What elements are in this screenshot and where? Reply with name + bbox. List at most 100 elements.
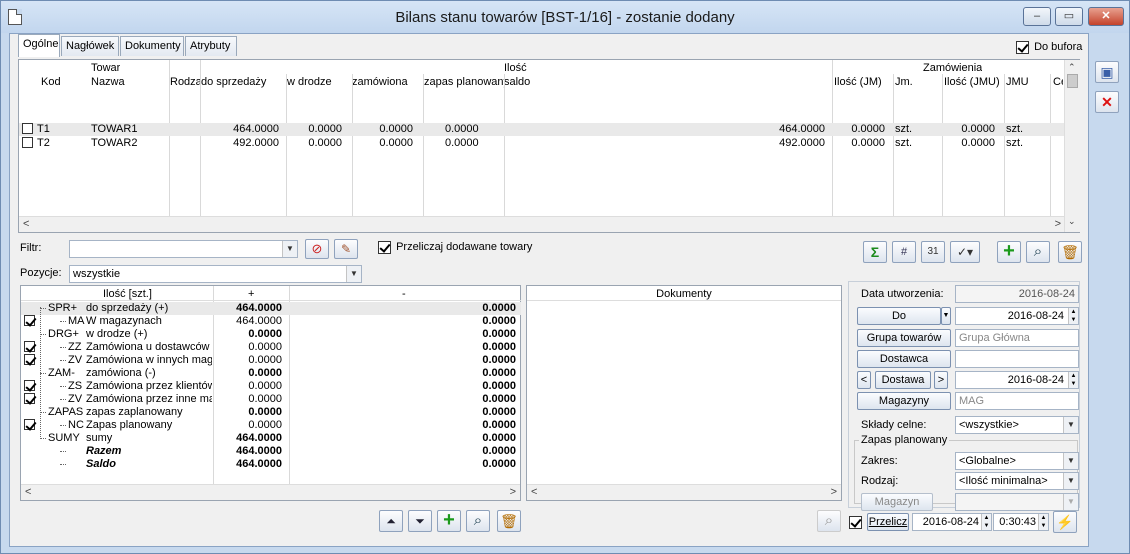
search-icon[interactable]: ⌕ <box>1026 241 1050 263</box>
top-grid-vscrollbar[interactable]: ⌃ ⌄ <box>1064 60 1080 232</box>
magazyn-select[interactable]: ▼ <box>955 493 1079 511</box>
filter-settings-icon[interactable]: ✎ <box>334 239 358 259</box>
tab-naglowek[interactable]: Nagłówek <box>61 36 119 56</box>
move-up-icon[interactable]: ⏶ <box>379 510 403 532</box>
col-zamowiona[interactable]: zamówiona <box>352 76 408 88</box>
tab-dokumenty[interactable]: Dokumenty <box>120 36 184 56</box>
scroll-up-icon[interactable]: ⌃ <box>1068 62 1076 73</box>
col-nazwa[interactable]: Nazwa <box>91 76 125 88</box>
check-dropdown-icon[interactable]: ✓▾ <box>950 241 980 263</box>
tree-row[interactable]: Saldo 464.0000 0.0000 <box>21 458 521 471</box>
search-disabled-icon[interactable]: ⌕ <box>817 510 841 532</box>
scroll-right-icon[interactable]: > <box>510 486 516 498</box>
minimize-button[interactable]: ‒ <box>1023 7 1051 26</box>
scroll-right-icon[interactable]: > <box>831 486 837 498</box>
scroll-right-icon[interactable]: > <box>1055 218 1061 230</box>
col-plus[interactable]: + <box>248 288 254 300</box>
tab-ogolne[interactable]: Ogólne <box>18 34 60 57</box>
date-spinner-icon[interactable]: ▲ ▼ <box>1068 372 1078 388</box>
dostawca-button[interactable]: Dostawca <box>857 350 951 368</box>
rodzaj-select[interactable]: <Ilość minimalna> ▼ <box>955 472 1079 490</box>
col-jm[interactable]: Jm. <box>895 76 913 88</box>
col-ilosc-jmu[interactable]: Ilość (JMU) <box>944 76 1000 88</box>
tree-hscrollbar[interactable]: < > <box>21 484 520 500</box>
move-down-icon[interactable]: ⏷ <box>408 510 432 532</box>
tree-row[interactable]: SPR+ do sprzedaży (+) 464.0000 0.0000 <box>21 302 521 315</box>
table-row[interactable]: T2 TOWAR2 492.0000 0.0000 0.0000 0.0000 … <box>19 137 1065 150</box>
cancel-icon[interactable]: ✕ <box>1095 91 1119 113</box>
do-button[interactable]: Do <box>857 307 941 325</box>
tree-row[interactable]: MA W magazynach 464.0000 0.0000 <box>21 315 521 328</box>
col-rodzaj[interactable]: Rodza <box>170 76 200 88</box>
tab-atrybuty[interactable]: Atrybuty <box>185 36 237 56</box>
tree-row[interactable]: ZAM-zamówiona (-) 0.0000 0.0000 <box>21 367 521 380</box>
do-bufora-toggle[interactable]: Do bufora <box>1016 41 1082 54</box>
chevron-down-icon[interactable]: ▼ <box>1063 494 1078 510</box>
date-spinner-icon[interactable]: ▲ ▼ <box>981 514 991 530</box>
sklady-celne-select[interactable]: <wszystkie> ▼ <box>955 416 1079 434</box>
chevron-down-icon[interactable]: ▼ <box>1063 417 1078 433</box>
col-zapas-planowany[interactable]: zapas planowany <box>424 76 504 88</box>
col-ilosc-szt[interactable]: Ilość [szt.] <box>103 288 152 300</box>
col-jmu[interactable]: JMU <box>1006 76 1029 88</box>
tree-row-checkbox[interactable] <box>24 393 35 404</box>
add-row-icon[interactable]: + <box>437 510 461 532</box>
filter-input[interactable]: ▼ <box>69 240 298 258</box>
dostawa-date-field[interactable]: 2016-08-24 ▲ ▼ <box>955 371 1079 389</box>
tree-row[interactable]: NC Zapas planowany 0.0000 0.0000 <box>21 419 521 432</box>
dostawa-next-button[interactable]: > <box>934 371 948 389</box>
trash-icon[interactable]: 🗑 <box>1058 241 1082 263</box>
delete-row-icon[interactable]: 🗑 <box>497 510 521 532</box>
przelicz-checkbox[interactable] <box>849 516 862 529</box>
pozycje-select[interactable]: wszystkie ▼ <box>69 265 362 283</box>
save-icon[interactable]: ▣ <box>1095 61 1119 83</box>
dokumenty-hscrollbar[interactable]: < > <box>527 484 841 500</box>
col-ilosc-jm[interactable]: Ilość (JM) <box>834 76 882 88</box>
sum-icon[interactable]: Σ <box>863 241 887 263</box>
tree-row[interactable]: ZS Zamówiona przez klientów 0.0000 0.0000 <box>21 380 521 393</box>
tree-row[interactable]: SUMY sumy 464.0000 0.0000 <box>21 432 521 445</box>
time-spinner-icon[interactable]: ▲ ▼ <box>1038 514 1048 530</box>
add-icon[interactable]: + <box>997 241 1021 263</box>
row-select-checkbox[interactable] <box>22 137 33 148</box>
do-date-field[interactable]: 2016-08-24 ▲ ▼ <box>955 307 1079 325</box>
top-grid-hscrollbar[interactable]: < > <box>19 216 1065 232</box>
col-dokumenty[interactable]: Dokumenty <box>527 288 841 300</box>
tree-row-checkbox[interactable] <box>24 354 35 365</box>
magazyny-button[interactable]: Magazyny <box>857 392 951 410</box>
chevron-down-icon[interactable]: ▼ <box>1063 453 1078 469</box>
dostawca-field[interactable] <box>955 350 1079 368</box>
close-button[interactable]: ✕ <box>1088 7 1124 26</box>
tree-row[interactable]: ZZ Zamówiona u dostawców 0.0000 0.0000 <box>21 341 521 354</box>
tree-row[interactable]: ZAPAS zapas zaplanowany 0.0000 0.0000 <box>21 406 521 419</box>
search-row-icon[interactable]: ⌕ <box>466 510 490 532</box>
calculate-icon[interactable]: # <box>892 241 916 263</box>
przeliczaj-checkbox[interactable] <box>378 241 391 254</box>
przeliczaj-toggle[interactable]: Przeliczaj dodawane towary <box>378 241 532 254</box>
tree-row[interactable]: DRG+ w drodze (+) 0.0000 0.0000 <box>21 328 521 341</box>
col-do-sprzedazy[interactable]: do sprzedaży <box>201 76 286 88</box>
table-row[interactable]: T1 TOWAR1 464.0000 0.0000 0.0000 0.0000 … <box>19 123 1065 136</box>
grupa-towarow-button[interactable]: Grupa towarów <box>857 329 951 347</box>
tree-row-checkbox[interactable] <box>24 419 35 430</box>
tree-row-checkbox[interactable] <box>24 380 35 391</box>
dostawa-button[interactable]: Dostawa <box>875 371 931 389</box>
magazyn-button[interactable]: Magazyn <box>861 493 933 511</box>
chevron-down-icon[interactable]: ▼ <box>282 241 297 257</box>
scroll-thumb[interactable] <box>1067 74 1078 88</box>
przelicz-date-field[interactable]: 2016-08-24 ▲ ▼ <box>912 513 992 531</box>
chevron-down-icon[interactable]: ▼ <box>346 266 361 282</box>
tree-row-checkbox[interactable] <box>24 341 35 352</box>
col-cena[interactable]: Ce <box>1053 76 1063 88</box>
do-bufora-checkbox[interactable] <box>1016 41 1029 54</box>
tree-row[interactable]: ZVZamówiona przez inne magazyny0.00000.0… <box>21 393 521 406</box>
col-saldo[interactable]: saldo <box>504 76 530 88</box>
chevron-down-icon[interactable]: ▼ <box>1063 473 1078 489</box>
maximize-button[interactable]: ▭ <box>1055 7 1083 26</box>
row-select-checkbox[interactable] <box>22 123 33 134</box>
zakres-select[interactable]: <Globalne> ▼ <box>955 452 1079 470</box>
col-w-drodze[interactable]: w drodze <box>287 76 332 88</box>
calendar-icon[interactable]: 31 <box>921 241 945 263</box>
tree-row[interactable]: ZVZamówiona w innych magazynach0.00000.0… <box>21 354 521 367</box>
przelicz-time-field[interactable]: 0:30:43 ▲ ▼ <box>993 513 1049 531</box>
